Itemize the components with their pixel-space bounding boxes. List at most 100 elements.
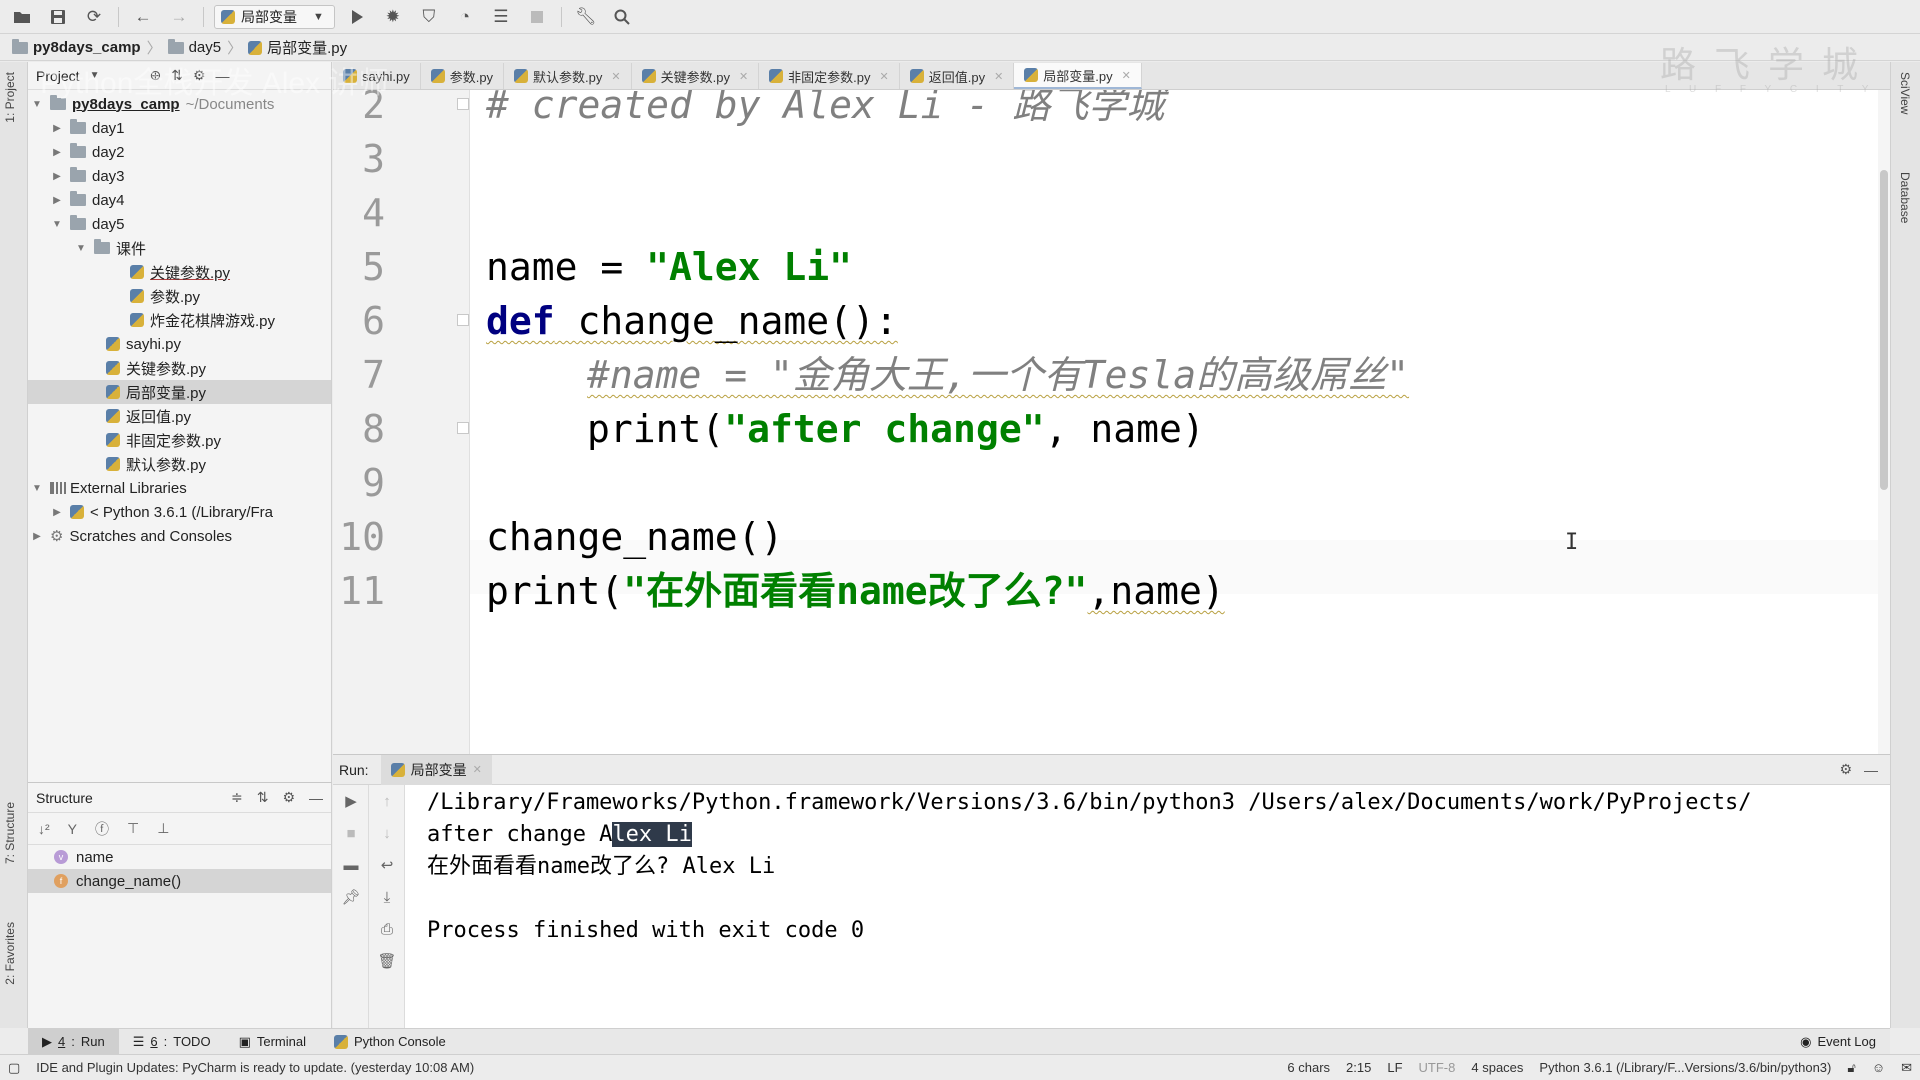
status-indent[interactable]: 4 spaces xyxy=(1463,1060,1531,1075)
tab-canshu[interactable]: 参数.py xyxy=(421,63,505,89)
sort-alpha-icon[interactable]: ↓² xyxy=(38,821,50,837)
inspector-icon[interactable]: ☺ xyxy=(1864,1060,1893,1075)
gear-icon[interactable]: ⚙ xyxy=(282,789,295,806)
tab-sayhi[interactable]: sayhi.py xyxy=(333,63,421,89)
tree-file[interactable]: 炸金花棋牌游戏.py xyxy=(28,308,331,332)
tree-folder-day1[interactable]: ▶ day1 xyxy=(28,116,331,140)
notifications-icon[interactable]: ✉ xyxy=(1893,1060,1920,1076)
project-side-tab[interactable]: 1: Project xyxy=(3,72,17,123)
expanded-arrow-icon[interactable]: ▼ xyxy=(74,243,88,254)
code-editor[interactable]: 2 3 4 5 6 7 8 9 10 11 # created by Alex … xyxy=(333,90,1890,754)
tree-file[interactable]: sayhi.py xyxy=(28,332,331,356)
breadcrumb-item-file[interactable]: 局部变量.py xyxy=(248,37,347,58)
sort-icon[interactable]: ≑ xyxy=(231,789,243,806)
trash-icon[interactable]: 🗑︎ xyxy=(369,945,405,977)
lock-icon[interactable]: 🔓︎ xyxy=(1839,1060,1863,1076)
favorites-side-tab[interactable]: 2: Favorites xyxy=(3,922,17,985)
tree-file[interactable]: 返回值.py xyxy=(28,404,331,428)
concurrency-icon[interactable]: ☰ xyxy=(487,4,515,30)
project-view-dropdown[interactable]: Project xyxy=(36,68,80,84)
collapsed-arrow-icon[interactable]: ▶ xyxy=(50,195,64,206)
close-icon[interactable]: ✕ xyxy=(880,70,889,83)
gear-icon[interactable]: ⚙ xyxy=(1839,761,1852,778)
down-arrow-icon[interactable]: ↓ xyxy=(369,817,405,849)
tree-folder-kejian[interactable]: ▼ 课件 xyxy=(28,236,331,260)
close-icon[interactable]: ✕ xyxy=(473,763,482,776)
collapsed-arrow-icon[interactable]: ▶ xyxy=(50,147,64,158)
coverage-icon[interactable]: ⛉ xyxy=(415,4,443,30)
fold-marker[interactable] xyxy=(457,422,469,434)
tree-file[interactable]: 关键参数.py xyxy=(28,356,331,380)
expanded-arrow-icon[interactable]: ▼ xyxy=(50,219,64,230)
breadcrumb-item-project[interactable]: py8days_camp xyxy=(12,38,141,56)
target-icon[interactable]: ⊕ xyxy=(149,67,161,84)
profile-icon[interactable]: ◔ xyxy=(451,4,479,30)
wrench-settings-icon[interactable]: 🔧︎ xyxy=(572,4,600,30)
tool-tab-todo[interactable]: ☰ 6: TODO xyxy=(119,1029,225,1055)
collapsed-arrow-icon[interactable]: ▶ xyxy=(50,123,64,134)
hide-icon[interactable]: — xyxy=(1864,762,1878,778)
hide-icon[interactable]: — xyxy=(216,68,230,84)
open-folder-icon[interactable] xyxy=(8,4,36,30)
status-encoding[interactable]: UTF-8 xyxy=(1411,1060,1464,1075)
tree-file[interactable]: 默认参数.py xyxy=(28,452,331,476)
tool-tab-terminal[interactable]: ▣ Terminal xyxy=(225,1029,320,1055)
event-log-button[interactable]: ◉ Event Log xyxy=(1786,1029,1890,1055)
gear-icon[interactable]: ⚙ xyxy=(193,67,206,84)
run-tab[interactable]: 局部变量 ✕ xyxy=(380,754,492,785)
show-fields-icon[interactable]: ⓕ xyxy=(95,819,109,839)
tree-file[interactable]: 非固定参数.py xyxy=(28,428,331,452)
layout-icon[interactable]: ▬ xyxy=(333,849,369,881)
tree-folder-day3[interactable]: ▶ day3 xyxy=(28,164,331,188)
tree-python-sdk[interactable]: ▶ < Python 3.6.1 (/Library/Fra xyxy=(28,500,331,524)
collapse-down-icon[interactable]: ⊥ xyxy=(157,820,169,837)
collapsed-arrow-icon[interactable]: ▶ xyxy=(30,531,44,542)
expanded-arrow-icon[interactable]: ▼ xyxy=(30,99,44,110)
tree-folder-day2[interactable]: ▶ day2 xyxy=(28,140,331,164)
structure-item-variable[interactable]: v name xyxy=(28,845,331,869)
tab-fanhuizhi[interactable]: 返回值.py ✕ xyxy=(900,63,1015,89)
hide-icon[interactable]: — xyxy=(309,790,323,806)
expanded-arrow-icon[interactable]: ▼ xyxy=(30,483,44,494)
up-arrow-icon[interactable]: ↑ xyxy=(369,785,405,817)
tab-feigudin[interactable]: 非固定参数.py ✕ xyxy=(759,63,900,89)
print-icon[interactable]: ⎙ xyxy=(369,913,405,945)
tree-folder-day4[interactable]: ▶ day4 xyxy=(28,188,331,212)
sciview-side-tab[interactable]: SciView xyxy=(1898,72,1912,114)
tree-scratches[interactable]: ▶ ⚙ Scratches and Consoles xyxy=(28,524,331,548)
breadcrumb-item-day5[interactable]: day5 xyxy=(167,38,221,56)
debug-icon[interactable]: ✹ xyxy=(379,4,407,30)
tree-file-selected[interactable]: 局部变量.py xyxy=(28,380,331,404)
status-toggle-icon[interactable]: ▢ xyxy=(0,1060,28,1076)
tree-root[interactable]: ▼ py8days_camp ~/Documents xyxy=(28,92,331,116)
back-arrow-icon[interactable]: ← xyxy=(129,4,157,30)
collapse-icon[interactable]: ⇅ xyxy=(257,789,269,806)
status-line-separator[interactable]: LF xyxy=(1379,1060,1410,1075)
database-side-tab[interactable]: Database xyxy=(1898,172,1912,223)
fold-marker[interactable] xyxy=(457,314,469,326)
status-interpreter[interactable]: Python 3.6.1 (/Library/F...Versions/3.6/… xyxy=(1531,1060,1839,1075)
tab-jububianliang[interactable]: 局部变量.py ✕ xyxy=(1014,63,1142,89)
forward-arrow-icon[interactable]: → xyxy=(165,4,193,30)
expand-icon[interactable]: ⊤ xyxy=(127,820,139,837)
tab-moren[interactable]: 默认参数.py ✕ xyxy=(504,63,632,89)
tool-tab-python-console[interactable]: Python Console xyxy=(320,1029,460,1055)
close-icon[interactable]: ✕ xyxy=(1122,69,1131,82)
tab-guanjian[interactable]: 关键参数.py ✕ xyxy=(632,63,760,89)
tree-external-libraries[interactable]: ▼ External Libraries xyxy=(28,476,331,500)
rerun-icon[interactable]: ▶ xyxy=(333,785,369,817)
search-icon[interactable] xyxy=(608,4,636,30)
editor-scrollbar[interactable] xyxy=(1878,90,1890,754)
structure-side-tab[interactable]: 7: Structure xyxy=(3,802,17,864)
close-icon[interactable]: ✕ xyxy=(739,70,748,83)
run-icon[interactable] xyxy=(343,4,371,30)
structure-item-function[interactable]: f change_name() xyxy=(28,869,331,893)
sync-icon[interactable]: ⟳ xyxy=(80,4,108,30)
stop-icon[interactable] xyxy=(523,4,551,30)
tool-tab-run[interactable]: ▶ 4: Run xyxy=(28,1028,119,1055)
collapsed-arrow-icon[interactable]: ▶ xyxy=(50,507,64,518)
close-icon[interactable]: ✕ xyxy=(611,70,620,83)
soft-wrap-icon[interactable]: ↩ xyxy=(369,849,405,881)
scroll-to-end-icon[interactable]: ⤓ xyxy=(369,881,405,913)
collapse-all-icon[interactable]: ⇅ xyxy=(171,67,183,84)
